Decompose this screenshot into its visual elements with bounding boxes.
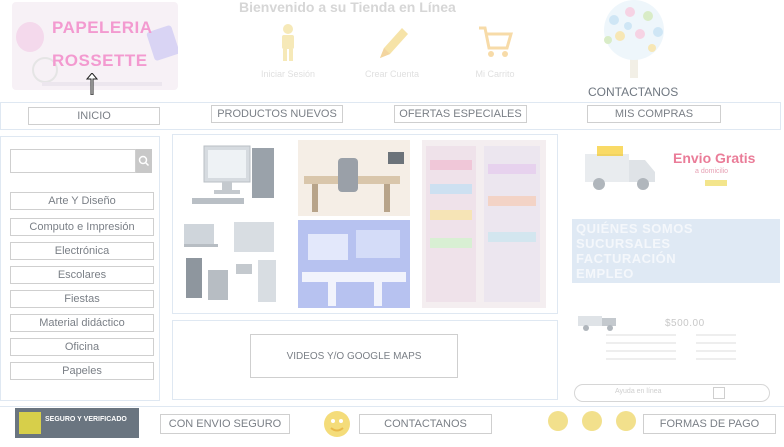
social-twitter-icon[interactable] bbox=[582, 411, 602, 431]
free-shipping-subtitle: a domicilio bbox=[695, 168, 729, 175]
payment-methods-button[interactable]: FORMAS DE PAGO bbox=[643, 414, 776, 434]
delivery-truck-icon bbox=[585, 146, 655, 190]
nav-mis-compras[interactable]: MIS COMPRAS bbox=[587, 105, 721, 123]
nav-productos-nuevos[interactable]: PRODUCTOS NUEVOS bbox=[211, 105, 343, 123]
welcome-heading: Bienvenido a su Tienda en Línea bbox=[239, 0, 456, 15]
info-line bbox=[606, 334, 676, 336]
link-empleo[interactable]: EMPLEO bbox=[576, 266, 634, 281]
computers-laptops-image[interactable] bbox=[182, 220, 290, 306]
search-icon bbox=[138, 155, 150, 167]
secure-verified-seal[interactable]: SEGURO Y VERIFICADO bbox=[15, 408, 139, 438]
nav-inicio[interactable]: INICIO bbox=[28, 107, 160, 125]
desktop-computer-image[interactable] bbox=[186, 140, 290, 212]
video-map-button[interactable]: VIDEOS Y/O GOOGLE MAPS bbox=[250, 334, 458, 378]
cart-label: Mi Carrito bbox=[475, 69, 515, 79]
main-nav: INICIO PRODUCTOS NUEVOS OFERTAS ESPECIAL… bbox=[0, 102, 781, 130]
free-shipping-banner[interactable]: Envio Gratis a domicilio bbox=[571, 138, 781, 210]
shipping-badge bbox=[705, 180, 727, 186]
truck-icon bbox=[578, 316, 616, 331]
contact-link-top[interactable]: CONTACTANOS bbox=[588, 85, 678, 99]
stationery-shelves-image[interactable] bbox=[422, 140, 546, 308]
info-line bbox=[696, 334, 736, 336]
cart-link[interactable]: Mi Carrito bbox=[455, 18, 535, 88]
register-label: Crear Cuenta bbox=[364, 69, 420, 79]
category-arte-diseno[interactable]: Arte Y Diseño bbox=[10, 192, 154, 210]
logo-line2: ROSSETTE bbox=[52, 51, 148, 70]
info-line bbox=[696, 358, 736, 360]
logo-decoration bbox=[42, 82, 162, 86]
person-icon bbox=[282, 24, 294, 61]
mascot-icon bbox=[324, 411, 350, 437]
category-material-didactico[interactable]: Material didáctico bbox=[10, 314, 154, 332]
mouse-cursor-icon bbox=[86, 73, 98, 95]
office-desk-image[interactable] bbox=[298, 140, 410, 216]
contact-button-footer[interactable]: CONTACTANOS bbox=[359, 414, 492, 434]
register-link[interactable]: Crear Cuenta bbox=[352, 18, 432, 88]
info-line bbox=[606, 342, 676, 344]
category-papeles[interactable]: Papeles bbox=[10, 362, 154, 380]
seal-check-icon bbox=[19, 412, 41, 434]
logo-decoration bbox=[16, 22, 44, 52]
social-facebook-icon[interactable] bbox=[548, 411, 568, 431]
info-links-banner: QUIÉNES SOMOS SUCURSALES FACTURACIÓN EMP… bbox=[572, 219, 780, 283]
search-button[interactable] bbox=[136, 149, 152, 173]
category-fiestas[interactable]: Fiestas bbox=[10, 290, 154, 308]
link-sucursales[interactable]: SUCURSALES bbox=[576, 236, 671, 251]
secure-shipping-button[interactable]: CON ENVIO SEGURO bbox=[160, 414, 290, 434]
login-label: Iniciar Sesión bbox=[260, 69, 316, 79]
category-computo-impresion[interactable]: Computo e Impresión bbox=[10, 218, 154, 236]
gaming-setup-image[interactable] bbox=[298, 220, 410, 308]
social-tree-icon[interactable] bbox=[590, 0, 678, 82]
info-line bbox=[606, 358, 676, 360]
category-oficina[interactable]: Oficina bbox=[10, 338, 154, 356]
free-shipping-title: Envio Gratis bbox=[673, 150, 756, 166]
info-line bbox=[606, 350, 676, 352]
link-facturacion[interactable]: FACTURACIÓN bbox=[576, 251, 676, 266]
login-link[interactable]: Iniciar Sesión bbox=[248, 18, 328, 88]
chat-icon bbox=[713, 387, 725, 399]
seal-text: SEGURO Y VERIFICADO bbox=[45, 416, 127, 423]
info-line bbox=[696, 350, 736, 352]
pencil-icon bbox=[380, 28, 408, 58]
cart-icon bbox=[479, 26, 513, 57]
link-quienes-somos[interactable]: QUIÉNES SOMOS bbox=[576, 221, 693, 236]
social-instagram-icon[interactable] bbox=[616, 411, 636, 431]
nav-ofertas-especiales[interactable]: OFERTAS ESPECIALES bbox=[394, 105, 527, 123]
shipping-price-info: $500.00 bbox=[572, 306, 780, 380]
category-escolares[interactable]: Escolares bbox=[10, 266, 154, 284]
info-line bbox=[696, 342, 736, 344]
online-help-chat[interactable]: Ayuda en línea bbox=[574, 384, 770, 402]
logo-line1: PAPELERIA bbox=[52, 18, 153, 37]
search-input[interactable] bbox=[10, 149, 136, 173]
category-electronica[interactable]: Electrónica bbox=[10, 242, 154, 260]
online-help-label: Ayuda en línea bbox=[615, 388, 662, 395]
price-value: $500.00 bbox=[665, 318, 705, 329]
